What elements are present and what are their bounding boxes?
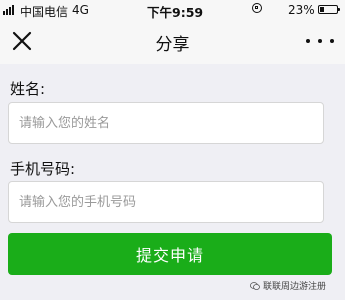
status-bar: 中国电信 4G 下午9:59 23% bbox=[0, 0, 345, 20]
name-input[interactable] bbox=[8, 102, 324, 144]
name-label: 姓名: bbox=[10, 80, 46, 98]
more-options-icon[interactable] bbox=[306, 29, 334, 53]
phone-input[interactable] bbox=[8, 181, 324, 223]
watermark: 联联周边游注册 bbox=[250, 279, 326, 292]
submit-button[interactable]: 提交申请 bbox=[8, 233, 332, 275]
battery-icon bbox=[318, 5, 340, 14]
orientation-lock-icon bbox=[252, 3, 262, 13]
carrier-name: 中国电信 bbox=[20, 5, 69, 19]
signal-icon bbox=[3, 5, 14, 15]
network-type: 4G bbox=[72, 3, 89, 17]
navigation-bar: 分享 bbox=[0, 20, 345, 64]
watermark-text: 联联周边游注册 bbox=[263, 282, 327, 292]
page-title: 分享 bbox=[155, 35, 190, 55]
battery-fill bbox=[320, 7, 324, 12]
wechat-logo-icon bbox=[250, 281, 260, 290]
phone-label: 手机号码: bbox=[10, 160, 76, 178]
status-time: 下午9:59 bbox=[147, 5, 204, 20]
battery-percentage: 23% bbox=[288, 3, 315, 17]
